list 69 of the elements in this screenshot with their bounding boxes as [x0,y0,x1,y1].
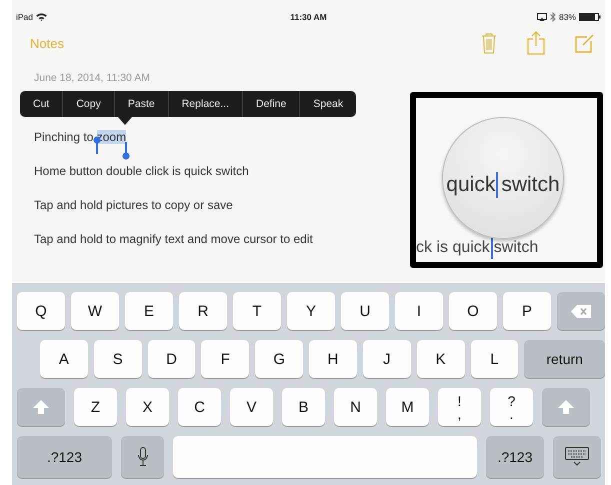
menu-item[interactable]: Replace... [168,91,242,117]
letter-key[interactable]: L [470,340,518,378]
backspace-icon [571,304,591,318]
letter-key[interactable]: R [179,292,227,330]
microphone-icon [138,447,148,467]
letter-key[interactable]: O [449,292,497,330]
letter-key[interactable]: F [201,340,250,378]
menu-item[interactable]: Copy [62,91,114,117]
numbers-key[interactable]: .?123 [486,436,544,478]
punctuation-key[interactable]: ? . [490,388,533,426]
letter-key[interactable]: S [94,340,142,378]
letter-key[interactable]: M [386,388,429,426]
dictation-key[interactable] [121,436,164,478]
letter-key[interactable]: T [233,292,281,330]
text-cursor [490,237,493,259]
letter-key[interactable]: D [148,340,196,378]
hide-keyboard-key[interactable] [553,436,601,478]
note-text: Tap and hold pictures to copy or save [34,198,233,212]
battery-icon [578,13,601,21]
wifi-icon [36,13,48,21]
letter-key[interactable]: N [334,388,377,426]
bluetooth-icon [550,12,556,22]
note-text: Tap and hold to magnify text and move cursor to edit [34,232,313,246]
clock: 11:30 AM [290,12,327,22]
letter-key[interactable]: G [255,340,304,378]
magnified-text: quick [446,173,496,197]
menu-item[interactable]: Cut [20,91,62,117]
letter-key[interactable]: B [282,388,325,426]
airplay-icon [536,13,547,21]
text-cursor [496,172,498,198]
letter-key[interactable]: E [125,292,173,330]
letter-key[interactable]: A [40,340,88,378]
shift-icon [33,400,49,414]
selection-handle-icon[interactable] [122,142,130,160]
shift-key[interactable] [542,388,590,426]
letter-key[interactable]: I [395,292,443,330]
letter-key[interactable]: V [230,388,273,426]
battery-percentage: 83% [558,12,576,22]
letter-key[interactable]: Q [17,292,65,330]
trash-icon[interactable] [481,32,497,54]
shift-icon [558,400,574,414]
letter-key[interactable]: J [362,340,411,378]
shift-key[interactable] [17,388,65,426]
letter-key[interactable]: U [341,292,389,330]
menu-item[interactable]: Speak [299,91,356,117]
letter-key[interactable]: C [178,388,221,426]
space-bar[interactable] [173,436,477,478]
menu-item[interactable]: Define [242,91,300,117]
magnified-line-text: ck is quick [416,239,490,257]
note-date: June 18, 2014, 11:30 AM [34,72,151,84]
letter-key[interactable]: H [309,340,357,378]
letter-key[interactable]: Y [287,292,335,330]
magnified-text: switch [501,173,560,197]
note-text: Pinching to [34,130,94,144]
backspace-key[interactable] [557,292,605,330]
device-name: iPad [16,12,34,22]
letter-key[interactable]: X [126,388,169,426]
letter-key[interactable]: K [416,340,464,378]
numbers-key[interactable]: .?123 [17,436,112,478]
magnified-line-text: switch [494,239,538,257]
compose-icon[interactable] [575,33,595,53]
letter-key[interactable]: P [503,292,551,330]
note-text: Home button double click is quick switch [34,164,249,178]
keyboard-icon [565,447,589,467]
letter-key[interactable]: W [71,292,119,330]
punctuation-key[interactable]: ! , [438,388,481,426]
letter-key[interactable]: Z [74,388,117,426]
share-icon[interactable] [527,31,545,55]
return-key[interactable]: return [524,340,605,378]
